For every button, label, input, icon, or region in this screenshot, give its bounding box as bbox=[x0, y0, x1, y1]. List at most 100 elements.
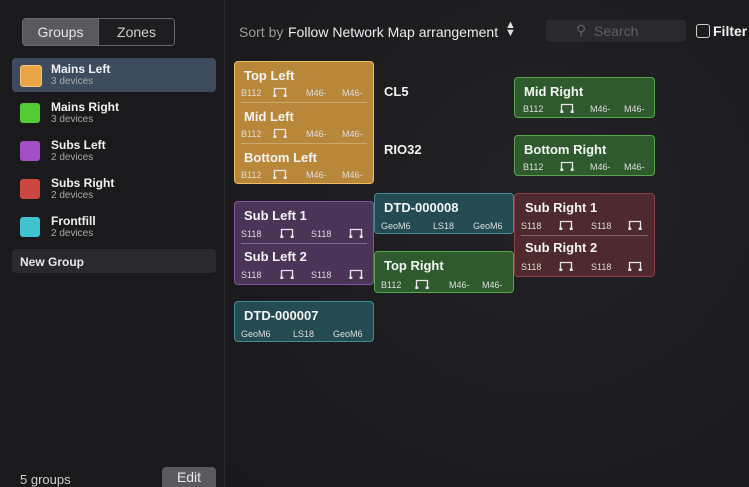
divider bbox=[521, 235, 648, 236]
search-placeholder: Search bbox=[594, 23, 639, 39]
group-color-swatch bbox=[20, 103, 40, 123]
device-title: Sub Right 2 bbox=[525, 240, 598, 255]
device-spec: M46- bbox=[624, 104, 645, 114]
device-spec: B112 bbox=[523, 104, 544, 114]
group-device-count: 2 devices bbox=[51, 190, 94, 201]
speaker-cable-icon bbox=[349, 228, 363, 238]
device-spec: GeoM6 bbox=[473, 221, 503, 231]
device-spec: M46- bbox=[449, 280, 470, 290]
device-title: Sub Left 1 bbox=[244, 208, 307, 223]
group-device-count: 2 devices bbox=[51, 152, 94, 163]
device-card-top-right[interactable]: Top Right B112 M46- M46- bbox=[374, 251, 514, 293]
speaker-cable-icon bbox=[273, 169, 287, 179]
device-spec: S118 bbox=[591, 262, 612, 272]
divider bbox=[241, 102, 367, 103]
speaker-cable-icon bbox=[560, 161, 574, 171]
group-device-count: 3 devices bbox=[51, 114, 94, 125]
device-spec: M46- bbox=[590, 104, 611, 114]
group-item-mains-left[interactable]: Mains Left 3 devices bbox=[12, 58, 216, 92]
group-device-count: 3 devices bbox=[51, 76, 94, 87]
speaker-cable-icon bbox=[280, 269, 294, 279]
sort-label: Sort by bbox=[239, 24, 284, 40]
speaker-cable-icon bbox=[559, 220, 573, 230]
device-card-bottom-right[interactable]: Bottom Right B112 M46- M46- bbox=[514, 135, 655, 176]
device-spec: S118 bbox=[311, 229, 332, 239]
group-item-mains-right[interactable]: Mains Right 3 devices bbox=[12, 96, 216, 130]
device-spec: M46- bbox=[342, 170, 363, 180]
speaker-cable-icon bbox=[628, 220, 642, 230]
device-spec: B112 bbox=[241, 88, 262, 98]
device-spec: GeoM6 bbox=[241, 329, 271, 339]
search-field[interactable]: ⚲ Search bbox=[546, 20, 686, 42]
speaker-cable-icon bbox=[273, 128, 287, 138]
filter-label: Filter bbox=[713, 23, 748, 39]
speaker-cable-icon bbox=[415, 279, 429, 289]
device-spec: M46- bbox=[624, 162, 645, 172]
divider bbox=[241, 143, 367, 144]
device-group-subs-left[interactable]: Sub Left 1 S118 S118 Sub Left 2 S118 S11… bbox=[234, 201, 374, 285]
device-spec: B112 bbox=[241, 170, 262, 180]
group-color-swatch bbox=[20, 217, 40, 237]
group-name: Mains Left bbox=[51, 62, 111, 76]
device-label-cl5[interactable]: CL5 bbox=[384, 84, 409, 99]
device-group-subs-right[interactable]: Sub Right 1 S118 S118 Sub Right 2 S118 S… bbox=[514, 193, 655, 277]
device-spec: M46- bbox=[306, 88, 327, 98]
speaker-cable-icon bbox=[273, 87, 287, 97]
device-spec: M46- bbox=[590, 162, 611, 172]
device-card-mid-right[interactable]: Mid Right B112 M46- M46- bbox=[514, 77, 655, 118]
device-spec: S118 bbox=[241, 270, 262, 280]
device-spec: GeoM6 bbox=[381, 221, 411, 231]
group-color-swatch bbox=[20, 65, 42, 87]
device-title: Mid Right bbox=[524, 84, 584, 99]
group-name: Subs Right bbox=[51, 176, 115, 190]
device-label-rio32[interactable]: RIO32 bbox=[384, 142, 422, 157]
speaker-cable-icon bbox=[349, 269, 363, 279]
device-spec: M46- bbox=[306, 129, 327, 139]
tab-groups[interactable]: Groups bbox=[23, 19, 98, 45]
group-item-frontfill[interactable]: Frontfill 2 devices bbox=[12, 210, 216, 244]
group-count-label: 5 groups bbox=[20, 472, 71, 487]
device-spec: S118 bbox=[241, 229, 262, 239]
tab-zones[interactable]: Zones bbox=[98, 19, 174, 45]
device-title: DTD-000008 bbox=[384, 200, 459, 215]
device-spec: S118 bbox=[591, 221, 612, 231]
device-card-dtd-000008[interactable]: DTD-000008 GeoM6 LS18 GeoM6 bbox=[374, 193, 514, 234]
device-group-mains-left[interactable]: Top Left B112 M46- M46- Mid Left B112 M4… bbox=[234, 61, 374, 184]
filter-checkbox[interactable] bbox=[696, 24, 710, 38]
speaker-cable-icon bbox=[280, 228, 294, 238]
search-icon: ⚲ bbox=[576, 22, 587, 38]
new-group-button[interactable]: New Group bbox=[12, 249, 216, 273]
device-spec: B112 bbox=[241, 129, 262, 139]
speaker-cable-icon bbox=[628, 261, 642, 271]
device-spec: GeoM6 bbox=[333, 329, 363, 339]
sort-stepper-icon[interactable]: ▲ ▼ bbox=[505, 20, 516, 39]
device-spec: LS18 bbox=[293, 329, 315, 339]
device-spec: LS18 bbox=[433, 221, 455, 231]
device-title: Sub Right 1 bbox=[525, 200, 598, 215]
edit-button[interactable]: Edit bbox=[162, 467, 216, 487]
sidebar: Groups Zones Mains Left 3 devices Mains … bbox=[0, 0, 225, 487]
group-color-swatch bbox=[20, 141, 40, 161]
divider bbox=[241, 243, 367, 244]
device-spec: M46- bbox=[306, 170, 327, 180]
device-title: Mid Left bbox=[244, 109, 294, 124]
device-title: Top Right bbox=[384, 258, 444, 273]
sort-select[interactable]: Follow Network Map arrangement bbox=[288, 24, 498, 40]
device-spec: M46- bbox=[482, 280, 503, 290]
group-item-subs-right[interactable]: Subs Right 2 devices bbox=[12, 172, 216, 206]
device-spec: S118 bbox=[311, 270, 332, 280]
device-spec: S118 bbox=[521, 262, 542, 272]
device-card-dtd-000007[interactable]: DTD-000007 GeoM6 LS18 GeoM6 bbox=[234, 301, 374, 342]
group-name: Subs Left bbox=[51, 138, 106, 152]
group-item-subs-left[interactable]: Subs Left 2 devices bbox=[12, 134, 216, 168]
device-title: Bottom Left bbox=[244, 150, 317, 165]
speaker-cable-icon bbox=[559, 261, 573, 271]
group-color-swatch bbox=[20, 179, 40, 199]
speaker-cable-icon bbox=[560, 103, 574, 113]
group-name: Mains Right bbox=[51, 100, 119, 114]
device-spec: M46- bbox=[342, 129, 363, 139]
device-spec: S118 bbox=[521, 221, 542, 231]
device-title: Sub Left 2 bbox=[244, 249, 307, 264]
device-spec: M46- bbox=[342, 88, 363, 98]
network-map-area: Sort by Follow Network Map arrangement ▲… bbox=[225, 0, 749, 487]
